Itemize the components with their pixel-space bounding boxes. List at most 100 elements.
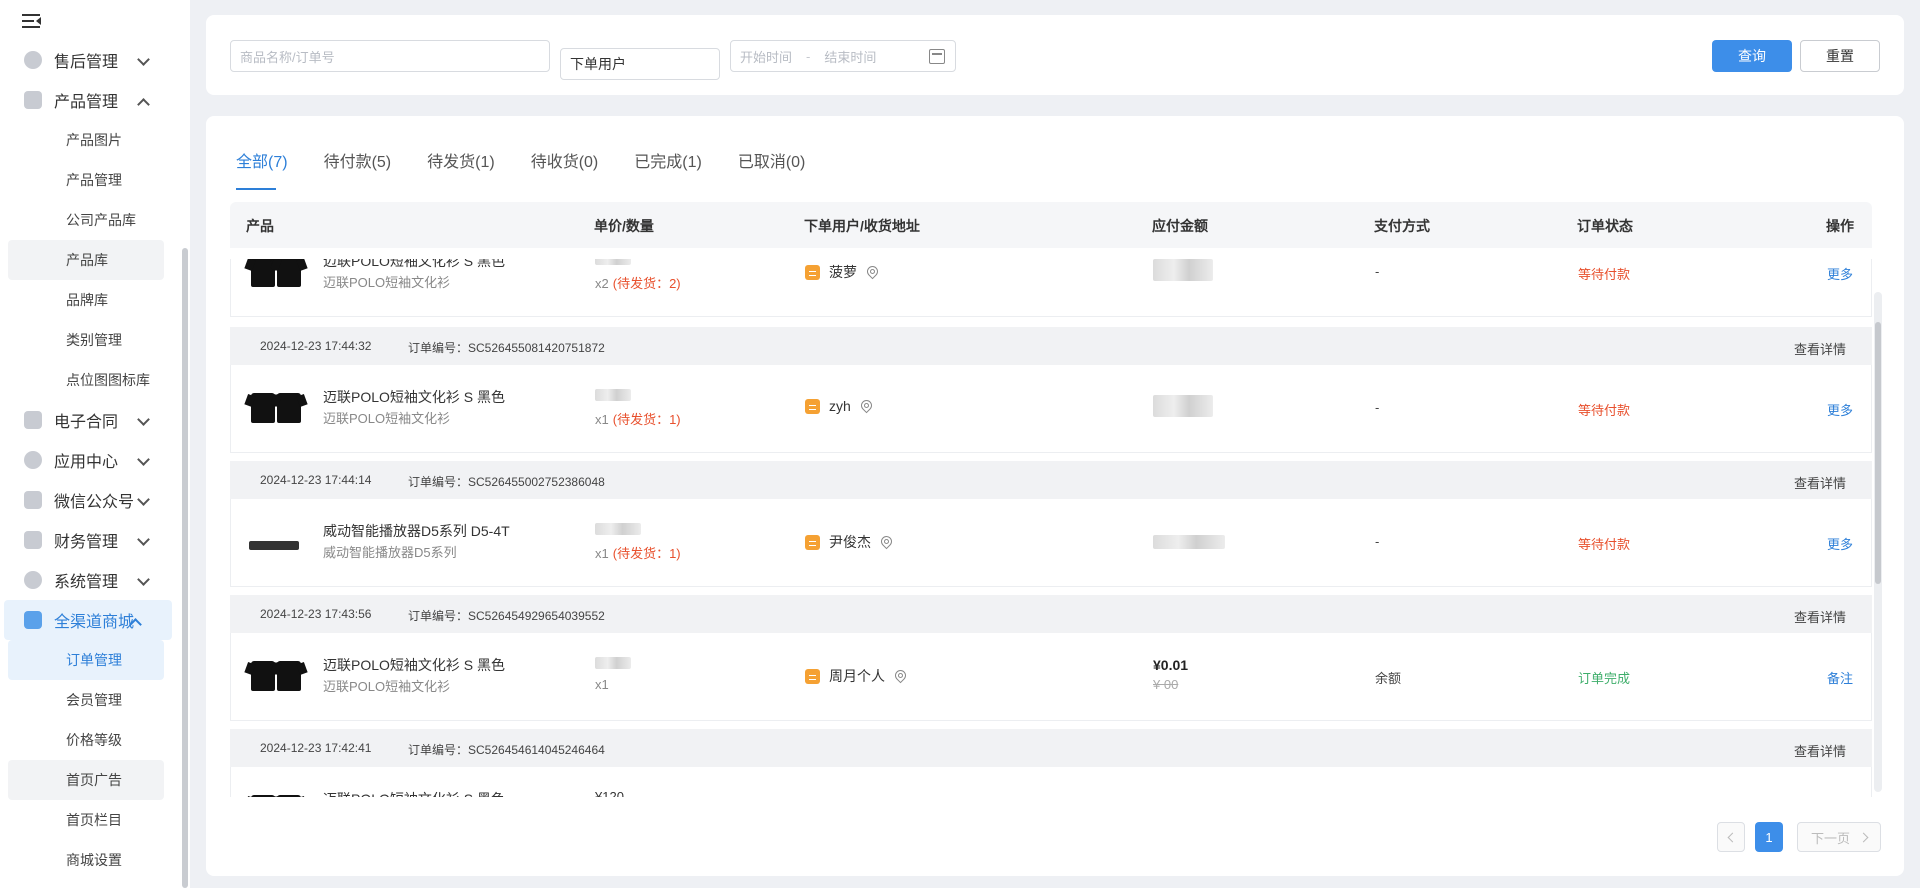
sidebar-sub-product-images[interactable]: 产品图片 [0,120,180,160]
view-detail-link[interactable]: 查看详情 [1794,741,1846,760]
sidebar-sub-product-management[interactable]: 产品管理 [0,160,180,200]
original-amount: ¥ 00 [1153,677,1179,692]
box-icon [24,91,42,109]
view-detail-link[interactable]: 查看详情 [1794,339,1846,358]
blurred-price [595,657,631,669]
calendar-icon[interactable] [929,49,945,64]
order-header: 2024-12-23 17:44:32 订单编号：SC5264550814207… [230,327,1872,365]
more-link[interactable]: 更多 [1827,400,1853,419]
user-badge-icon [805,534,820,550]
user-badge-icon [805,668,820,684]
sidebar-sub-category[interactable]: 类别管理 [0,320,180,360]
sidebar-menu: 售后管理 产品管理 产品图片 产品管理 公司产品库 产品库 品牌库 类别管理 点… [0,40,180,880]
order-number: 订单编号：SC526455081420751872 [408,341,605,355]
sidebar-item-label: 售后管理 [54,54,119,71]
product-spec: 迈联POLO短袖文化衫 [323,275,451,290]
sidebar-sub-mall-settings[interactable]: 商城设置 [0,840,180,880]
sidebar-item-apps[interactable]: 应用中心 [0,440,180,480]
order-status: 等待付款 [1578,267,1631,282]
product-name: 迈联POLO短袖文化衫 S 黑色 [323,259,506,269]
col-actions: 操作 [1826,218,1854,234]
chevron-down-icon [137,413,150,426]
table-row: 迈联POLO短袖文化衫 S 黑色 ¥120 [230,767,1872,797]
sidebar-sub-product-library[interactable]: 产品库 [8,240,164,280]
order-user: 菠萝 [805,262,881,282]
tab-pending-receipt[interactable]: 待收货(0) [531,148,599,178]
sidebar-item-label: 系统管理 [54,574,119,591]
start-date-placeholder: 开始时间 [740,49,793,65]
sidebar-item-after-sales[interactable]: 售后管理 [0,40,180,80]
blurred-amount [1153,395,1213,417]
keyword-input[interactable]: 商品名称/订单号 [230,40,550,72]
col-status: 订单状态 [1577,218,1633,234]
location-pin-icon[interactable] [864,263,881,279]
sidebar-item-finance[interactable]: 财务管理 [0,520,180,560]
order-number: 订单编号：SC526454929654039552 [408,609,605,623]
tab-pending-shipment[interactable]: 待发货(1) [427,148,495,178]
more-link[interactable]: 更多 [1827,264,1853,283]
order-status: 等待付款 [1578,403,1631,418]
tab-completed[interactable]: 已完成(1) [634,148,702,178]
tab-cancelled[interactable]: 已取消(0) [738,148,806,178]
next-page-button[interactable]: 下一页 [1797,822,1881,852]
tab-all[interactable]: 全部(7) [236,148,288,190]
col-price-qty: 单价/数量 [594,218,654,234]
blurred-amount [1153,259,1213,281]
collapse-menu-icon[interactable] [22,12,44,30]
table-row: 迈联POLO短袖文化衫 S 黑色 迈联POLO短袖文化衫 x1 (待发货：1) z… [230,365,1872,453]
sidebar-sub-company-library[interactable]: 公司产品库 [0,200,180,240]
headset-icon [24,51,42,69]
sidebar-sub-brand-library[interactable]: 品牌库 [0,280,180,320]
more-link[interactable]: 更多 [1827,534,1853,553]
order-time: 2024-12-23 17:42:41 [260,741,372,755]
sidebar-item-wechat[interactable]: 微信公众号 [0,480,180,520]
sidebar-item-label: 全渠道商城 [54,614,135,631]
date-range-picker[interactable]: 开始时间 - 结束时间 [730,40,956,72]
payment-method: 余额 [1375,671,1402,686]
product-image [247,523,299,563]
sidebar-item-label: 微信公众号 [54,494,135,511]
order-user-input[interactable]: 下单用户 [560,48,720,80]
sidebar-sub-members[interactable]: 会员管理 [0,680,180,720]
order-list[interactable]: 迈联POLO短袖文化衫 S 黑色 迈联POLO短袖文化衫 x2 (待发货：2) 菠… [230,259,1872,797]
table-row: 迈联POLO短袖文化衫 S 黑色 迈联POLO短袖文化衫 x1 周月个人 ¥0.… [230,633,1872,721]
view-detail-link[interactable]: 查看详情 [1794,473,1846,492]
apps-icon [24,451,42,469]
order-user: zyh [805,397,875,414]
page-number-1[interactable]: 1 [1755,822,1783,852]
sidebar-sub-orders[interactable]: 订单管理 [8,640,164,680]
order-status: 等待付款 [1578,537,1631,552]
keyword-placeholder: 商品名称/订单号 [240,49,335,65]
location-pin-icon[interactable] [858,397,875,413]
blurred-amount [1153,535,1225,549]
chevron-down-icon [137,53,150,66]
sidebar-scrollbar[interactable] [182,248,188,888]
sidebar-sub-home-ads[interactable]: 首页广告 [8,760,164,800]
prev-page-button[interactable] [1717,822,1745,852]
order-header: 2024-12-23 17:43:56 订单编号：SC5264549296540… [230,595,1872,633]
sidebar-item-products[interactable]: 产品管理 [0,80,180,120]
sidebar-item-label: 财务管理 [54,534,119,551]
remark-link[interactable]: 备注 [1827,668,1853,687]
sidebar-sub-icon-library[interactable]: 点位图图标库 [0,360,180,400]
view-detail-link[interactable]: 查看详情 [1794,607,1846,626]
sidebar-item-system[interactable]: 系统管理 [0,560,180,600]
unit-price: ¥120 [595,789,624,797]
query-button[interactable]: 查询 [1712,40,1792,72]
sidebar-sub-price-levels[interactable]: 价格等级 [0,720,180,760]
table-header: 产品 单价/数量 下单用户/收货地址 应付金额 支付方式 订单状态 操作 [230,202,1872,248]
sidebar-item-omni-mall[interactable]: 全渠道商城 [4,600,172,640]
location-pin-icon[interactable] [892,667,909,683]
sidebar-item-contracts[interactable]: 电子合同 [0,400,180,440]
order-list-scrollbar[interactable] [1874,292,1882,792]
payment-method: - [1375,264,1380,279]
wechat-icon [24,491,42,509]
user-badge-icon [805,398,820,414]
tab-pending-payment[interactable]: 待付款(5) [324,148,392,178]
contract-icon [24,411,42,429]
sidebar-sub-home-sections[interactable]: 首页栏目 [0,800,180,840]
chevron-right-icon [1858,832,1869,842]
reset-button[interactable]: 重置 [1800,40,1880,72]
col-product: 产品 [246,218,274,234]
location-pin-icon[interactable] [878,533,895,549]
